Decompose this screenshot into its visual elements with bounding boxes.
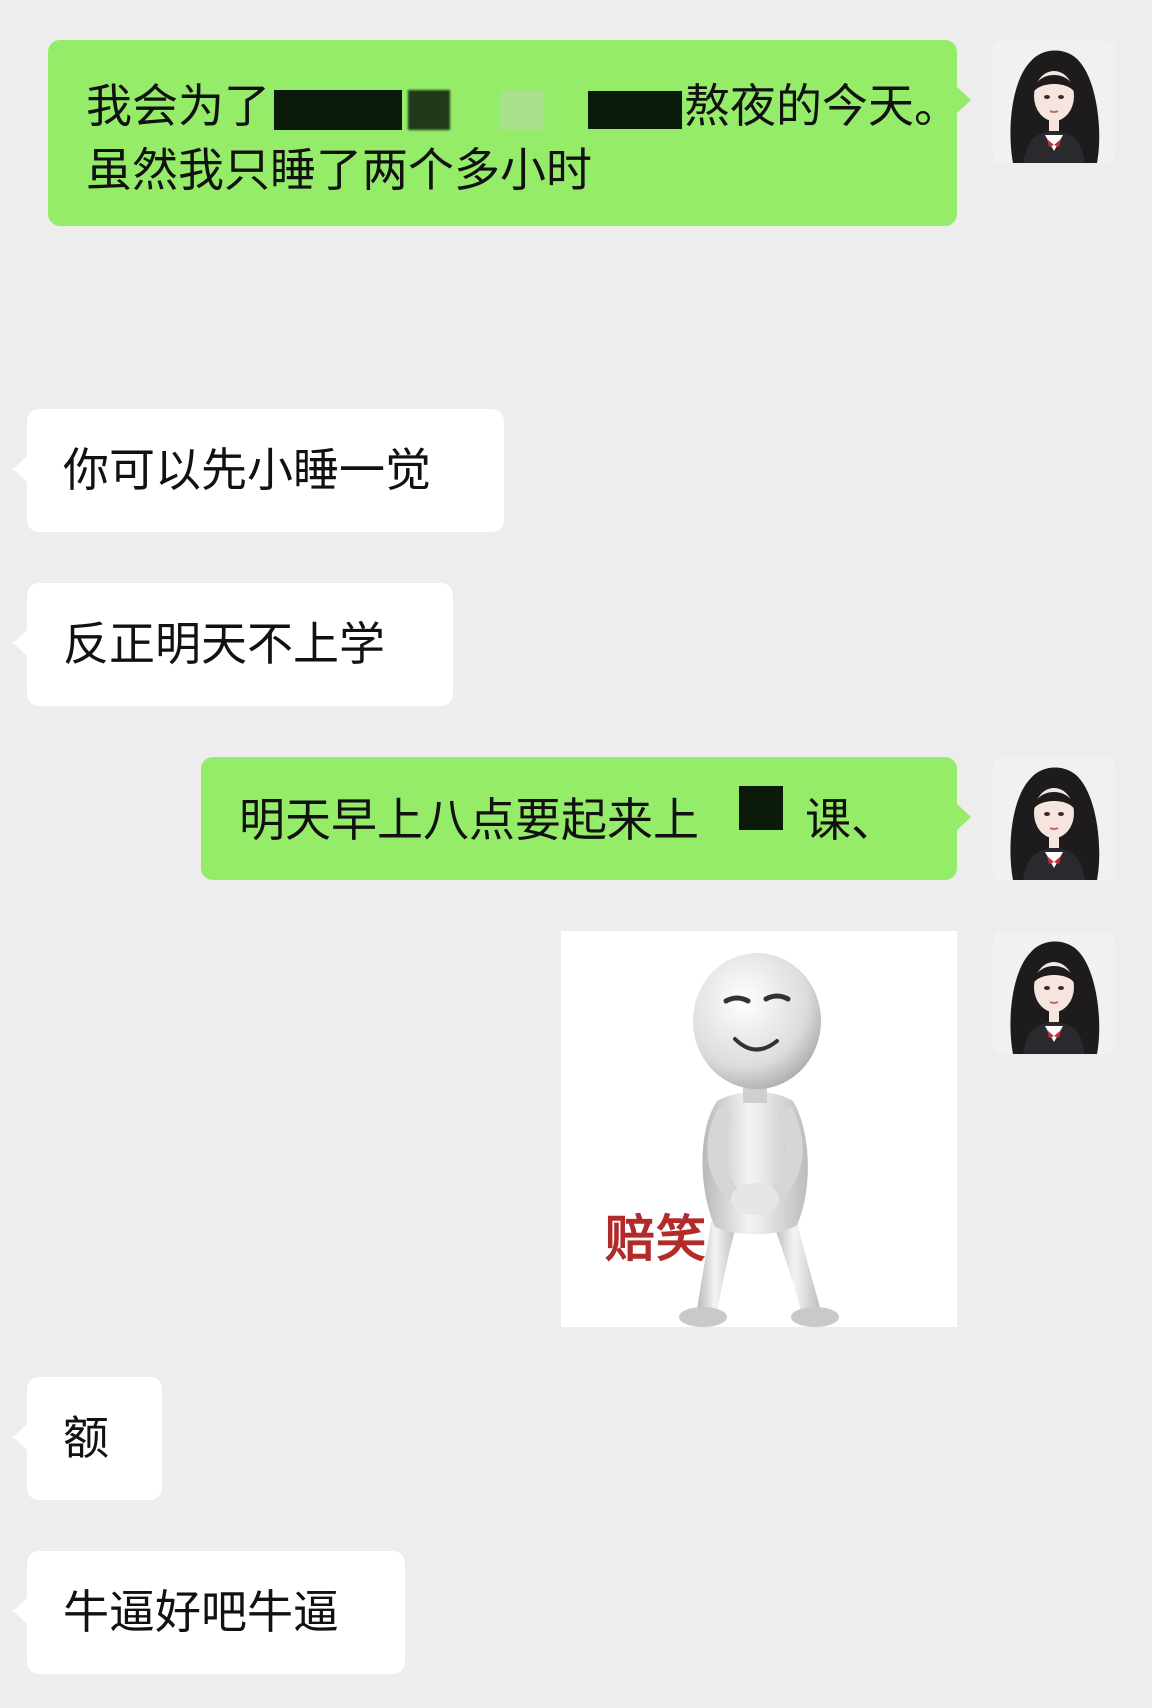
message-bubble-received[interactable]: 你可以先小睡一觉	[13, 409, 504, 532]
message-text: 额	[63, 1411, 109, 1465]
message-text: 你可以先小睡一觉	[63, 443, 431, 497]
message-text: 课、	[805, 793, 897, 847]
message-text: 牛逼好吧牛逼	[63, 1585, 339, 1639]
user-avatar-icon[interactable]	[993, 41, 1115, 163]
message-text: 反正明天不上学	[63, 617, 385, 671]
sticker-caption: 赔笑	[605, 1210, 707, 1268]
sticker-image[interactable]: 赔笑	[561, 931, 957, 1327]
message-bubble-received[interactable]: 额	[13, 1377, 162, 1500]
redacted-text	[408, 89, 450, 130]
message-bubble-received[interactable]: 反正明天不上学	[13, 583, 453, 706]
user-avatar-icon[interactable]	[993, 758, 1115, 880]
message-line: 我会为了 熬夜的今天。	[86, 74, 960, 138]
redacted-text	[274, 89, 402, 130]
redacted-text	[500, 89, 544, 130]
message-text: 我会为了	[86, 79, 270, 133]
message-text: 明天早上八点要起来上	[239, 793, 699, 847]
message-bubble-received[interactable]: 牛逼好吧牛逼	[13, 1551, 405, 1674]
message-bubble-sent[interactable]: 我会为了 熬夜的今天。 虽然我只睡了两个多小时	[48, 40, 971, 226]
message-text: 熬夜的今天。	[684, 79, 960, 133]
redacted-text	[588, 90, 682, 129]
message-bubble-sent[interactable]: 明天早上八点要起来上 课、	[201, 757, 971, 880]
message-line: 虽然我只睡了两个多小时	[86, 143, 592, 197]
redacted-text	[739, 786, 783, 830]
user-avatar-icon[interactable]	[993, 932, 1115, 1054]
